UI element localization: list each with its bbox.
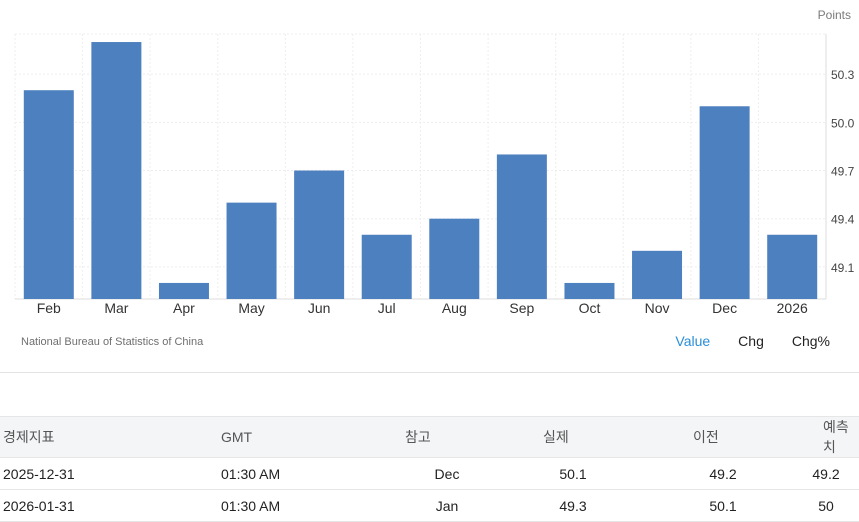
x-tick-label: Apr xyxy=(173,300,195,316)
header-forecast: 예측치 xyxy=(793,416,859,458)
bar-sep[interactable] xyxy=(496,154,547,299)
tab-value[interactable]: Value xyxy=(675,333,710,349)
cell-date: 2025-12-31 xyxy=(0,457,221,490)
x-axis-labels: Feb Mar Apr May Jun Jul Aug Sep Oct Nov Dec 2026 xyxy=(37,300,808,316)
bar-jun[interactable] xyxy=(294,170,345,299)
cell-time: 01:30 AM xyxy=(221,489,401,522)
unit-label: Points xyxy=(817,8,851,22)
x-tick-label: May xyxy=(238,300,264,316)
bar-mar[interactable] xyxy=(91,42,142,299)
y-tick-label: 49.1 xyxy=(831,261,855,275)
table-header-row: 경제지표 GMT 참고 실제 이전 예측치 xyxy=(0,416,859,458)
cell-previous: 49.2 xyxy=(653,457,793,490)
cell-reference: Dec xyxy=(401,457,493,490)
bar-jul[interactable] xyxy=(361,234,412,299)
x-tick-label: Jun xyxy=(308,300,331,316)
header-gmt: GMT xyxy=(221,416,401,458)
tab-chg-percent[interactable]: Chg% xyxy=(792,333,830,349)
bar-oct[interactable] xyxy=(564,282,615,299)
header-actual: 실제 xyxy=(493,416,653,458)
x-tick-label: Dec xyxy=(712,300,737,316)
divider xyxy=(0,372,859,373)
cell-time: 01:30 AM xyxy=(221,457,401,490)
source-label: National Bureau of Statistics of China xyxy=(21,336,204,348)
header-reference: 참고 xyxy=(401,416,493,458)
tab-chg[interactable]: Chg xyxy=(738,333,764,349)
x-tick-label: Jul xyxy=(378,300,396,316)
x-tick-label: Oct xyxy=(579,300,601,316)
x-tick-label: Sep xyxy=(509,300,534,316)
bar-2026[interactable] xyxy=(767,234,818,299)
x-tick-label: Mar xyxy=(104,300,128,316)
table-row: 2025-12-31 01:30 AM Dec 50.1 49.2 49.2 xyxy=(0,457,859,490)
bar-may[interactable] xyxy=(226,202,277,299)
bar-nov[interactable] xyxy=(632,250,683,299)
cell-actual: 50.1 xyxy=(493,457,653,490)
bar-apr[interactable] xyxy=(158,282,209,299)
table-row: 2026-01-31 01:30 AM Jan 49.3 50.1 50 xyxy=(0,489,859,522)
bar-chart: Feb Mar Apr May Jun Jul Aug Sep Oct Nov Dec 2026 49… xyxy=(14,33,855,316)
bar-aug[interactable] xyxy=(429,218,480,299)
y-tick-label: 49.7 xyxy=(831,165,855,179)
bar-feb[interactable] xyxy=(23,90,74,299)
y-tick-label: 50.3 xyxy=(831,68,855,82)
x-tick-label: Feb xyxy=(37,300,61,316)
y-tick-label: 50.0 xyxy=(831,116,855,130)
cell-previous: 50.1 xyxy=(653,489,793,522)
cell-forecast: 49.2 xyxy=(793,457,859,490)
header-indicator: 경제지표 xyxy=(0,416,221,458)
x-tick-label: Nov xyxy=(645,300,670,316)
header-previous: 이전 xyxy=(653,416,793,458)
x-tick-label: 2026 xyxy=(777,300,808,316)
bar-dec[interactable] xyxy=(699,106,750,299)
cell-reference: Jan xyxy=(401,489,493,522)
chart-tabs: Value Chg Chg% xyxy=(647,333,830,349)
cell-actual: 49.3 xyxy=(493,489,653,522)
x-tick-label: Aug xyxy=(442,300,467,316)
history-table: 경제지표 GMT 참고 실제 이전 예측치 2025-12-31 01:30 A… xyxy=(0,416,859,522)
cell-forecast: 50 xyxy=(793,489,859,522)
y-axis-labels: 49.1 49.4 49.7 50.0 50.3 xyxy=(831,68,855,275)
y-tick-label: 49.4 xyxy=(831,213,855,227)
cell-date: 2026-01-31 xyxy=(0,489,221,522)
